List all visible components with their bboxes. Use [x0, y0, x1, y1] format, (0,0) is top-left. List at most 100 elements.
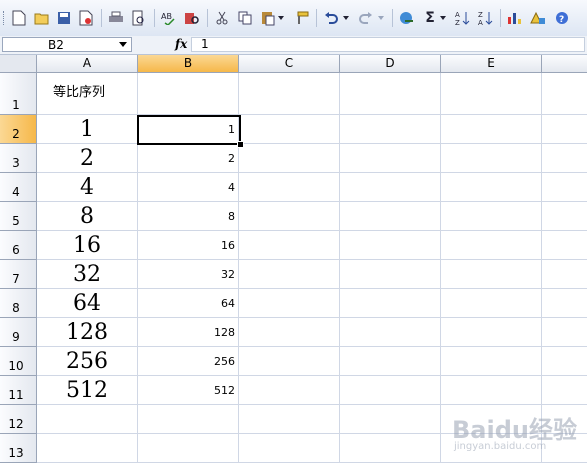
- cell-f1[interactable]: [542, 73, 587, 115]
- column-header-c[interactable]: C: [239, 55, 340, 73]
- cell-a9[interactable]: 128: [37, 318, 138, 347]
- cell-a5[interactable]: 8: [37, 202, 138, 231]
- cell-c4[interactable]: [239, 173, 340, 202]
- sort-descending-icon[interactable]: ZA: [477, 9, 495, 27]
- cell-b8[interactable]: 64: [138, 289, 239, 318]
- cell-c12[interactable]: [239, 405, 340, 434]
- sort-ascending-icon[interactable]: AZ: [454, 9, 472, 27]
- cell-c2[interactable]: [239, 115, 340, 144]
- autosum-dropdown-icon[interactable]: [438, 9, 448, 27]
- cell-e2[interactable]: [441, 115, 542, 144]
- cell-f5[interactable]: [542, 202, 587, 231]
- cell-a11[interactable]: 512: [37, 376, 138, 405]
- formula-input[interactable]: [191, 37, 585, 52]
- row-header-12[interactable]: 12: [0, 405, 37, 434]
- row-header-10[interactable]: 10: [0, 347, 37, 376]
- cell-c5[interactable]: [239, 202, 340, 231]
- row-header-8[interactable]: 8: [0, 289, 37, 318]
- name-box[interactable]: B2: [2, 37, 132, 52]
- cell-e10[interactable]: [441, 347, 542, 376]
- cell-d5[interactable]: [340, 202, 441, 231]
- cell-b12[interactable]: [138, 405, 239, 434]
- cell-f2[interactable]: [542, 115, 587, 144]
- cell-c9[interactable]: [239, 318, 340, 347]
- cell-e7[interactable]: [441, 260, 542, 289]
- cell-d12[interactable]: [340, 405, 441, 434]
- hyperlink-icon[interactable]: [398, 9, 416, 27]
- cell-d7[interactable]: [340, 260, 441, 289]
- format-painter-icon[interactable]: [292, 9, 310, 27]
- column-header-a[interactable]: A: [37, 55, 138, 73]
- autosum-icon[interactable]: Σ: [421, 9, 439, 27]
- fill-handle[interactable]: [237, 141, 244, 148]
- cut-icon[interactable]: [213, 9, 231, 27]
- cell-a4[interactable]: 4: [37, 173, 138, 202]
- cell-f3[interactable]: [542, 144, 587, 173]
- cell-e8[interactable]: [441, 289, 542, 318]
- cell-a10[interactable]: 256: [37, 347, 138, 376]
- print-icon[interactable]: [107, 9, 125, 27]
- row-header-7[interactable]: 7: [0, 260, 37, 289]
- cell-d6[interactable]: [340, 231, 441, 260]
- cell-c1[interactable]: [239, 73, 340, 115]
- cell-e5[interactable]: [441, 202, 542, 231]
- cell-b13[interactable]: [138, 434, 239, 463]
- row-header-3[interactable]: 3: [0, 144, 37, 173]
- research-icon[interactable]: [183, 9, 201, 27]
- cell-d1[interactable]: [340, 73, 441, 115]
- cell-b4[interactable]: 4: [138, 173, 239, 202]
- row-header-11[interactable]: 11: [0, 376, 37, 405]
- cell-c7[interactable]: [239, 260, 340, 289]
- cell-b5[interactable]: 8: [138, 202, 239, 231]
- cell-f7[interactable]: [542, 260, 587, 289]
- column-header-e[interactable]: E: [441, 55, 542, 73]
- toolbar-grip[interactable]: [3, 11, 6, 25]
- cell-d2[interactable]: [340, 115, 441, 144]
- cell-f6[interactable]: [542, 231, 587, 260]
- cell-a12[interactable]: [37, 405, 138, 434]
- fx-icon[interactable]: fx: [175, 36, 187, 53]
- new-icon[interactable]: [10, 9, 28, 27]
- cell-a1[interactable]: 等比序列: [37, 73, 138, 115]
- cell-d8[interactable]: [340, 289, 441, 318]
- cell-b11[interactable]: 512: [138, 376, 239, 405]
- cell-b9[interactable]: 128: [138, 318, 239, 347]
- chevron-down-icon[interactable]: [119, 42, 127, 47]
- undo-icon[interactable]: [322, 9, 340, 27]
- cell-d10[interactable]: [340, 347, 441, 376]
- row-header-5[interactable]: 5: [0, 202, 37, 231]
- cell-a6[interactable]: 16: [37, 231, 138, 260]
- cell-c13[interactable]: [239, 434, 340, 463]
- select-all-corner[interactable]: [0, 55, 37, 73]
- cell-f9[interactable]: [542, 318, 587, 347]
- cell-c10[interactable]: [239, 347, 340, 376]
- column-header-d[interactable]: D: [340, 55, 441, 73]
- redo-dropdown-icon[interactable]: [376, 9, 386, 27]
- cell-b7[interactable]: 32: [138, 260, 239, 289]
- redo-icon[interactable]: [357, 9, 375, 27]
- save-icon[interactable]: [55, 9, 73, 27]
- cell-b3[interactable]: 2: [138, 144, 239, 173]
- cell-c3[interactable]: [239, 144, 340, 173]
- cell-a3[interactable]: 2: [37, 144, 138, 173]
- cell-e11[interactable]: [441, 376, 542, 405]
- help-icon[interactable]: ?: [553, 9, 571, 27]
- cell-c6[interactable]: [239, 231, 340, 260]
- cell-b1[interactable]: [138, 73, 239, 115]
- row-header-9[interactable]: 9: [0, 318, 37, 347]
- copy-icon[interactable]: [236, 9, 254, 27]
- cell-e9[interactable]: [441, 318, 542, 347]
- open-icon[interactable]: [33, 9, 51, 27]
- cell-a2[interactable]: 1: [37, 115, 138, 144]
- undo-dropdown-icon[interactable]: [341, 9, 351, 27]
- chart-wizard-icon[interactable]: [506, 9, 524, 27]
- row-header-6[interactable]: 6: [0, 231, 37, 260]
- cell-f4[interactable]: [542, 173, 587, 202]
- cell-f11[interactable]: [542, 376, 587, 405]
- cell-d13[interactable]: [340, 434, 441, 463]
- paste-dropdown-icon[interactable]: [276, 9, 286, 27]
- cell-b10[interactable]: 256: [138, 347, 239, 376]
- cell-e6[interactable]: [441, 231, 542, 260]
- cell-d3[interactable]: [340, 144, 441, 173]
- row-header-4[interactable]: 4: [0, 173, 37, 202]
